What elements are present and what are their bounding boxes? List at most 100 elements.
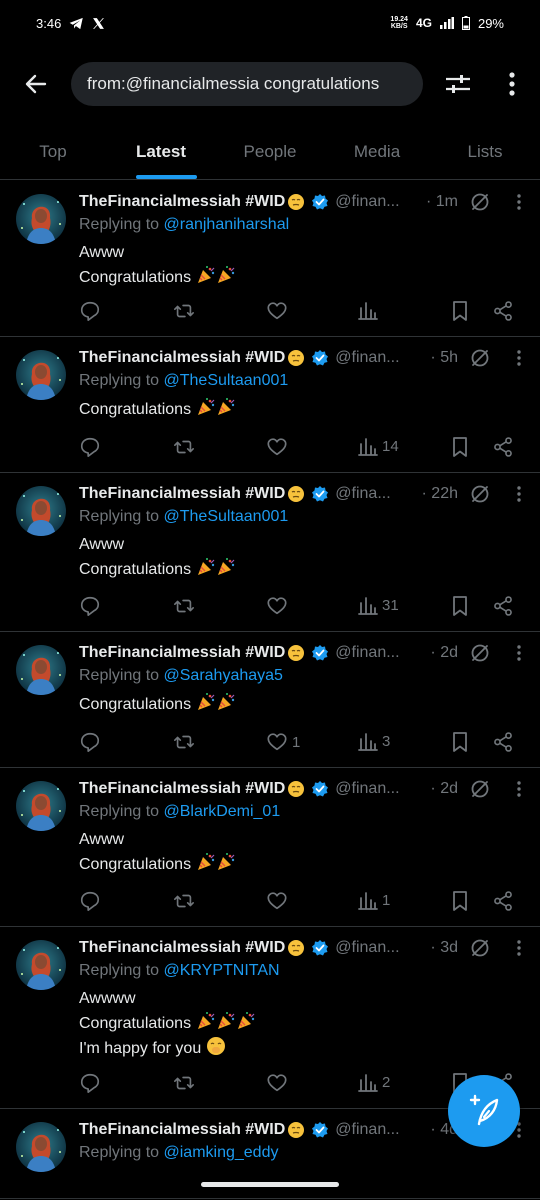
display-name[interactable]: TheFinancialmessiah #WID: [79, 485, 285, 503]
tweet[interactable]: TheFinancialmessiah #WID @finan... · 5h …: [0, 337, 540, 473]
like-button[interactable]: [266, 436, 292, 458]
bookmark-button[interactable]: [450, 300, 470, 322]
like-button[interactable]: [266, 1072, 292, 1094]
avatar[interactable]: [16, 486, 66, 536]
more-options-button[interactable]: [498, 68, 526, 100]
username[interactable]: @finan...: [335, 644, 428, 662]
tweet-more-icon[interactable]: [510, 486, 528, 502]
repost-button[interactable]: [173, 890, 195, 912]
replied-user-link[interactable]: @TheSultaan001: [164, 372, 289, 389]
reply-button[interactable]: [79, 731, 101, 753]
display-name[interactable]: TheFinancialmessiah #WID: [79, 939, 285, 957]
views-button[interactable]: 1: [358, 890, 390, 910]
tweet-more-icon[interactable]: [510, 350, 528, 366]
display-name[interactable]: TheFinancialmessiah #WID: [79, 349, 285, 367]
replied-user-link[interactable]: @iamking_eddy: [164, 1144, 279, 1161]
reply-button[interactable]: [79, 436, 101, 458]
timestamp[interactable]: · 2d: [430, 780, 458, 798]
repost-button[interactable]: [173, 1072, 195, 1094]
username[interactable]: @finan...: [335, 1121, 428, 1139]
share-button[interactable]: [492, 300, 514, 322]
replied-user-link[interactable]: @ranjhaniharshal: [164, 216, 290, 233]
username[interactable]: @finan...: [335, 193, 424, 211]
display-name[interactable]: TheFinancialmessiah #WID: [79, 193, 285, 211]
tweet[interactable]: TheFinancialmessiah #WID @finan... · 2d …: [0, 632, 540, 768]
like-button[interactable]: 1: [266, 731, 300, 753]
reply-button[interactable]: [79, 595, 101, 617]
like-button[interactable]: [266, 300, 292, 322]
username[interactable]: @finan...: [335, 349, 428, 367]
reply-button[interactable]: [79, 300, 101, 322]
reply-button[interactable]: [79, 1072, 101, 1094]
views-button[interactable]: 14: [358, 436, 399, 456]
avatar[interactable]: [16, 350, 66, 400]
bookmark-button[interactable]: [450, 595, 470, 617]
grok-icon[interactable]: [470, 643, 490, 663]
avatar[interactable]: [16, 1122, 66, 1172]
search-filter-button[interactable]: [441, 68, 475, 100]
tab-media[interactable]: Media: [334, 124, 420, 180]
share-button[interactable]: [492, 890, 514, 912]
tweet-more-icon[interactable]: [510, 645, 528, 661]
search-input[interactable]: from:@financialmessia congratulations: [71, 62, 423, 106]
share-button[interactable]: [492, 731, 514, 753]
grok-icon[interactable]: [470, 348, 490, 368]
tab-top[interactable]: Top: [10, 124, 96, 180]
avatar[interactable]: [16, 940, 66, 990]
tweet-more-icon[interactable]: [510, 781, 528, 797]
display-name[interactable]: TheFinancialmessiah #WID: [79, 780, 285, 798]
avatar[interactable]: [16, 645, 66, 695]
avatar[interactable]: [16, 194, 66, 244]
timestamp[interactable]: · 22h: [422, 485, 458, 503]
tweet[interactable]: TheFinancialmessiah #WID @fina... · 22h …: [0, 473, 540, 632]
tab-lists[interactable]: Lists: [442, 124, 528, 180]
replied-user-link[interactable]: @TheSultaan001: [164, 508, 289, 525]
timestamp[interactable]: · 1m: [426, 193, 458, 211]
timestamp[interactable]: · 3d: [430, 939, 458, 957]
tab-latest[interactable]: Latest: [118, 124, 204, 180]
like-button[interactable]: [266, 890, 292, 912]
bookmark-button[interactable]: [450, 890, 470, 912]
views-button[interactable]: [358, 300, 382, 320]
replied-user-link[interactable]: @KRYPTNITAN: [164, 962, 280, 979]
views-chart-icon: [358, 1072, 378, 1092]
tweet[interactable]: TheFinancialmessiah #WID @finan... · 1m …: [0, 181, 540, 337]
replied-user-link[interactable]: @BlarkDemi_01: [164, 803, 281, 820]
timestamp[interactable]: · 2d: [430, 644, 458, 662]
tweet-more-icon[interactable]: [510, 940, 528, 956]
avatar[interactable]: [16, 781, 66, 831]
tweet[interactable]: TheFinancialmessiah #WID @finan... · 3d …: [0, 927, 540, 1109]
grok-icon[interactable]: [470, 779, 490, 799]
grok-icon[interactable]: [470, 484, 490, 504]
repost-button[interactable]: [173, 436, 195, 458]
tweet[interactable]: TheFinancialmessiah #WID @finan... · 2d …: [0, 768, 540, 927]
grok-icon[interactable]: [470, 192, 490, 212]
repost-icon: [173, 595, 195, 617]
tweet-more-icon[interactable]: [510, 194, 528, 210]
tab-people[interactable]: People: [225, 124, 315, 180]
repost-button[interactable]: [173, 595, 195, 617]
like-button[interactable]: [266, 595, 292, 617]
views-button[interactable]: 31: [358, 595, 399, 615]
repost-button[interactable]: [173, 731, 195, 753]
display-name[interactable]: TheFinancialmessiah #WID: [79, 1121, 285, 1139]
username[interactable]: @fina...: [335, 485, 419, 503]
reply-button[interactable]: [79, 890, 101, 912]
repost-button[interactable]: [173, 300, 195, 322]
bookmark-button[interactable]: [450, 436, 470, 458]
views-button[interactable]: 3: [358, 731, 390, 751]
timestamp[interactable]: · 5h: [430, 349, 458, 367]
compose-button[interactable]: [448, 1075, 520, 1147]
username[interactable]: @finan...: [335, 780, 428, 798]
views-button[interactable]: 2: [358, 1072, 390, 1092]
share-button[interactable]: [492, 436, 514, 458]
replied-user-link[interactable]: @Sarahyahaya5: [164, 667, 283, 684]
grok-icon[interactable]: [470, 938, 490, 958]
share-button[interactable]: [492, 595, 514, 617]
back-button[interactable]: [18, 66, 54, 102]
username[interactable]: @finan...: [335, 939, 428, 957]
bookmark-button[interactable]: [450, 731, 470, 753]
share-icon: [492, 731, 514, 753]
display-name[interactable]: TheFinancialmessiah #WID: [79, 644, 285, 662]
gesture-nav-handle[interactable]: [201, 1182, 339, 1187]
